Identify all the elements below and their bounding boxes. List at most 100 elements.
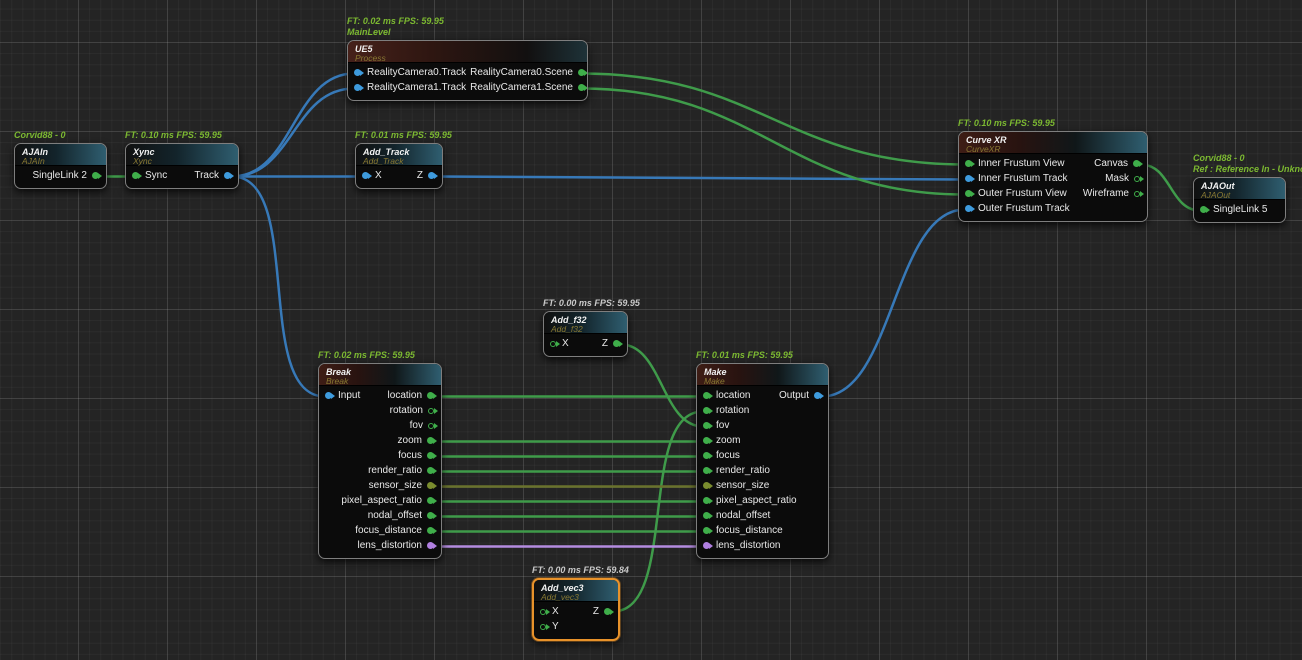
input-pin-singlelink-5[interactable] bbox=[1200, 206, 1207, 213]
output-pin-focus[interactable] bbox=[427, 452, 434, 459]
pin-row: Inputlocation bbox=[319, 388, 441, 403]
node-subtitle: AJAOut bbox=[1201, 191, 1278, 200]
output-pin-rotation[interactable] bbox=[428, 408, 434, 414]
node-header[interactable]: Add_f32Add_f32 bbox=[544, 312, 627, 334]
node-xync[interactable]: XyncXyncSyncTrack bbox=[125, 143, 239, 189]
pin-row: Inner Frustum TrackMask bbox=[959, 171, 1147, 186]
node-header[interactable]: MakeMake bbox=[697, 364, 828, 386]
node-subtitle: Add_f32 bbox=[551, 325, 620, 334]
pin-label: sensor_size bbox=[367, 478, 424, 493]
output-pin-z[interactable] bbox=[613, 340, 620, 347]
input-pin-realitycamera1-track[interactable] bbox=[354, 84, 361, 91]
pin-row: focus bbox=[319, 448, 441, 463]
node-addvec3[interactable]: Add_vec3Add_vec3XZY bbox=[532, 578, 620, 641]
input-pin-x[interactable] bbox=[540, 609, 546, 615]
node-addtrack[interactable]: Add_TrackAdd_TrackXZ bbox=[355, 143, 443, 189]
output-pin-output[interactable] bbox=[814, 392, 821, 399]
node-graph-canvas[interactable]: AJAInAJAInSingleLink 2 Corvid88 - 0 XyncXy… bbox=[0, 0, 1302, 660]
output-pin-pixel-aspect-ratio[interactable] bbox=[427, 497, 434, 504]
input-pin-nodal-offset[interactable] bbox=[703, 512, 710, 519]
output-pin-nodal-offset[interactable] bbox=[427, 512, 434, 519]
output-pin-mask[interactable] bbox=[1134, 176, 1140, 182]
input-pin-x[interactable] bbox=[362, 172, 369, 179]
pin-label: Output bbox=[777, 388, 811, 403]
output-pin-zoom[interactable] bbox=[427, 437, 434, 444]
node-header[interactable]: Add_TrackAdd_Track bbox=[356, 144, 442, 166]
node-subtitle: Break bbox=[326, 377, 434, 386]
output-pin-z[interactable] bbox=[428, 172, 435, 179]
node-ajain[interactable]: AJAInAJAInSingleLink 2 bbox=[14, 143, 107, 189]
nodes-layer: AJAInAJAInSingleLink 2 Corvid88 - 0 XyncXy… bbox=[0, 0, 1302, 660]
input-pin-outer-frustum-track[interactable] bbox=[965, 205, 972, 212]
output-pin-focus-distance[interactable] bbox=[427, 527, 434, 534]
input-pin-realitycamera0-track[interactable] bbox=[354, 69, 361, 76]
node-curvexr[interactable]: Curve XRCurveXRInner Frustum ViewCanvasI… bbox=[958, 131, 1148, 222]
input-pin-outer-frustum-view[interactable] bbox=[965, 190, 972, 197]
output-pin-canvas[interactable] bbox=[1133, 160, 1140, 167]
input-pin-rotation[interactable] bbox=[703, 407, 710, 414]
output-pin-z[interactable] bbox=[604, 608, 611, 615]
input-pin-inner-frustum-view[interactable] bbox=[965, 160, 972, 167]
node-annotation: Corvid88 - 0 bbox=[1193, 153, 1245, 164]
node-subtitle: Add_Track bbox=[363, 157, 435, 166]
input-pin-inner-frustum-track[interactable] bbox=[965, 175, 972, 182]
pin-row: nodal_offset bbox=[319, 508, 441, 523]
node-ajaout[interactable]: AJAOutAJAOut SingleLink 5 bbox=[1193, 177, 1286, 223]
pin-row: zoom bbox=[697, 433, 828, 448]
output-pin-singlelink-2[interactable] bbox=[92, 172, 99, 179]
input-pin-fov[interactable] bbox=[703, 422, 710, 429]
input-pin-lens-distortion[interactable] bbox=[703, 542, 710, 549]
node-header[interactable]: AJAInAJAIn bbox=[15, 144, 106, 166]
node-header[interactable]: XyncXync bbox=[126, 144, 238, 166]
input-pin-sync[interactable] bbox=[132, 172, 139, 179]
node-title: UE5 bbox=[355, 44, 580, 54]
node-header[interactable]: BreakBreak bbox=[319, 364, 441, 386]
pin-label: rotation bbox=[388, 403, 425, 418]
input-pin-render-ratio[interactable] bbox=[703, 467, 710, 474]
pin-label: SingleLink 5 bbox=[1211, 202, 1269, 217]
pin-label: Z bbox=[415, 168, 425, 183]
node-addf32[interactable]: Add_f32Add_f32XZ bbox=[543, 311, 628, 357]
output-pin-sensor-size[interactable] bbox=[427, 482, 434, 489]
pin-row: lens_distortion bbox=[697, 538, 828, 553]
output-pin-realitycamera0-scene[interactable] bbox=[578, 69, 585, 76]
node-header[interactable]: Curve XRCurveXR bbox=[959, 132, 1147, 154]
input-pin-input[interactable] bbox=[325, 392, 332, 399]
input-pin-location[interactable] bbox=[703, 392, 710, 399]
input-pin-pixel-aspect-ratio[interactable] bbox=[703, 497, 710, 504]
pin-label: lens_distortion bbox=[714, 538, 782, 553]
output-pin-realitycamera1-scene[interactable] bbox=[578, 84, 585, 91]
pin-label: Inner Frustum View bbox=[976, 156, 1067, 171]
pin-label: RealityCamera1.Track bbox=[365, 80, 468, 95]
input-pin-zoom[interactable] bbox=[703, 437, 710, 444]
output-pin-lens-distortion[interactable] bbox=[427, 542, 434, 549]
node-subtitle: Xync bbox=[133, 157, 231, 166]
node-body: SingleLink 2 bbox=[15, 166, 106, 188]
node-make[interactable]: MakeMakelocationOutputrotationfovzoomfoc… bbox=[696, 363, 829, 559]
pin-label: rotation bbox=[714, 403, 751, 418]
pin-row: fov bbox=[697, 418, 828, 433]
output-pin-fov[interactable] bbox=[428, 423, 434, 429]
input-pin-focus[interactable] bbox=[703, 452, 710, 459]
output-pin-track[interactable] bbox=[224, 172, 231, 179]
input-pin-focus-distance[interactable] bbox=[703, 527, 710, 534]
output-pin-wireframe[interactable] bbox=[1134, 191, 1140, 197]
output-pin-render-ratio[interactable] bbox=[427, 467, 434, 474]
node-header[interactable]: AJAOutAJAOut bbox=[1194, 178, 1285, 200]
pin-label: Outer Frustum Track bbox=[976, 201, 1072, 216]
input-pin-sensor-size[interactable] bbox=[703, 482, 710, 489]
node-header[interactable]: Add_vec3Add_vec3 bbox=[534, 580, 618, 602]
node-header[interactable]: UE5Process bbox=[348, 41, 587, 63]
node-body: Inputlocationrotationfovzoomfocusrender_… bbox=[319, 386, 441, 558]
pin-label: focus bbox=[396, 448, 424, 463]
pin-row: XZ bbox=[534, 604, 618, 619]
pin-row: locationOutput bbox=[697, 388, 828, 403]
pin-label: zoom bbox=[714, 433, 742, 448]
input-pin-x[interactable] bbox=[550, 341, 556, 347]
node-ue5[interactable]: UE5ProcessRealityCamera0.TrackRealityCam… bbox=[347, 40, 588, 101]
output-pin-location[interactable] bbox=[427, 392, 434, 399]
input-pin-y[interactable] bbox=[540, 624, 546, 630]
node-body: RealityCamera0.TrackRealityCamera0.Scene… bbox=[348, 63, 587, 100]
node-break[interactable]: BreakBreakInputlocationrotationfovzoomfo… bbox=[318, 363, 442, 559]
pin-row: RealityCamera1.TrackRealityCamera1.Scene bbox=[348, 80, 587, 95]
